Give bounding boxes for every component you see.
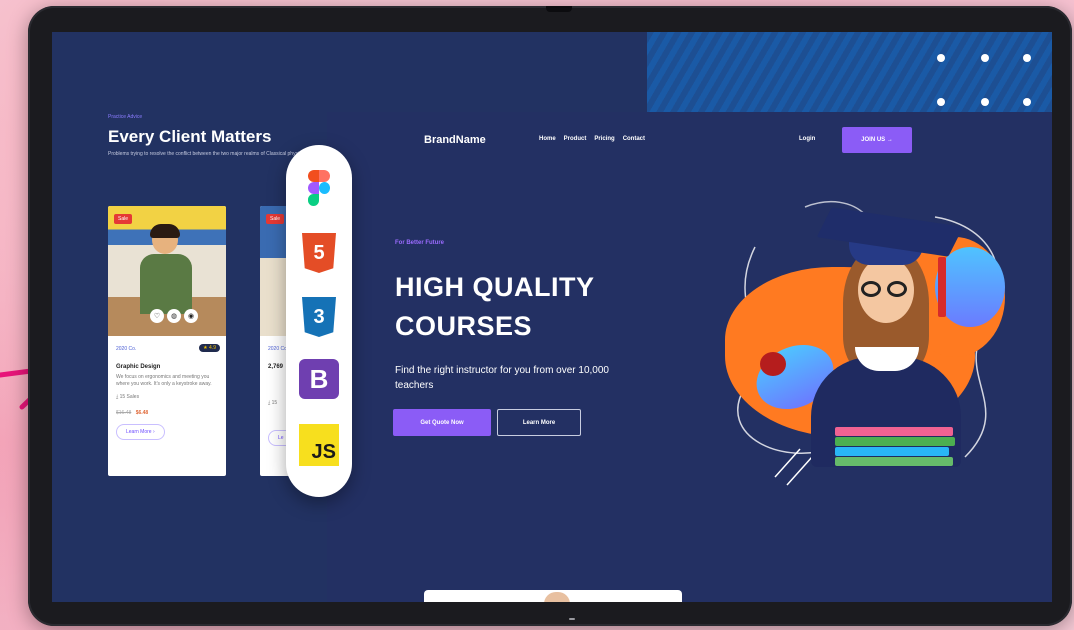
- section-title: Every Client Matters: [108, 127, 272, 146]
- tablet-frame: Practice Advice Every Client Matters Pro…: [28, 6, 1072, 626]
- sale-badge: Sale: [266, 214, 285, 224]
- join-us-button[interactable]: JOIN US →: [842, 127, 912, 153]
- login-link[interactable]: Login: [799, 136, 815, 142]
- brand-logo[interactable]: BrandName: [424, 134, 486, 146]
- course-price: $16.48 $6.48: [116, 410, 220, 416]
- course-description: We focus on ergonomics and meeting you w…: [116, 374, 212, 387]
- old-price: $16.48: [116, 410, 132, 416]
- bottom-preview-card: [424, 590, 682, 602]
- hero-subtitle: Find the right instructor for you from o…: [395, 365, 609, 391]
- css3-glyph: 3: [302, 297, 336, 337]
- cart-icon[interactable]: ◍: [167, 309, 181, 323]
- learn-more-label: Le: [278, 435, 284, 441]
- figma-icon: [299, 167, 339, 211]
- camera-notch: [546, 6, 572, 12]
- bootstrap-icon: B: [299, 357, 339, 401]
- tablet-screen: Practice Advice Every Client Matters Pro…: [52, 32, 1052, 602]
- sale-badge: Sale: [114, 214, 133, 224]
- bootstrap-glyph: B: [299, 359, 339, 399]
- get-quote-button[interactable]: Get Quote Now: [393, 409, 491, 436]
- sales-count: 15: [271, 400, 278, 406]
- graduate-illustration: [715, 187, 1050, 507]
- nav-item-product[interactable]: Product: [564, 136, 587, 142]
- hero-eyebrow: For Better Future: [395, 240, 445, 246]
- hero-title: HIGH QUALITY COURSES: [395, 272, 595, 341]
- home-indicator: [569, 618, 575, 620]
- html5-glyph: 5: [302, 233, 336, 273]
- javascript-icon: JS: [299, 423, 339, 467]
- course-sales: ⤓ 15 Sales: [116, 394, 140, 400]
- section-eyebrow: Practice Advice: [108, 114, 143, 120]
- nav-item-home[interactable]: Home: [539, 136, 556, 142]
- apple-icon: [760, 352, 786, 376]
- learn-more-label: Learn More: [126, 429, 152, 435]
- css3-icon: 3: [299, 295, 339, 339]
- new-price: $6.48: [135, 410, 149, 416]
- main-nav: Home Product Pricing Contact: [539, 136, 645, 142]
- learn-more-button[interactable]: Learn More: [497, 409, 581, 436]
- header-pattern: [647, 32, 1052, 112]
- landing-page: BrandName Home Product Pricing Contact L…: [327, 112, 1052, 602]
- sales-count: 15 Sales: [119, 394, 140, 400]
- javascript-glyph: JS: [299, 424, 339, 466]
- tech-stack-pill: 5 3 B JS: [286, 145, 352, 497]
- nav-item-pricing[interactable]: Pricing: [594, 136, 614, 142]
- heart-icon[interactable]: ♡: [150, 309, 164, 323]
- course-card[interactable]: Sale ♡ ◍ ◉ 2020 Co. ★ 4.9 Graphic Design…: [108, 206, 226, 476]
- learn-more-button[interactable]: Learn More ›: [116, 424, 165, 440]
- course-title: Graphic Design: [116, 364, 161, 370]
- eye-icon[interactable]: ◉: [184, 309, 198, 323]
- rating-value: 4.9: [209, 345, 216, 351]
- html5-icon: 5: [299, 231, 339, 275]
- rating-badge: ★ 4.9: [199, 344, 220, 352]
- nav-item-contact[interactable]: Contact: [623, 136, 645, 142]
- course-image: Sale ♡ ◍ ◉: [108, 206, 226, 336]
